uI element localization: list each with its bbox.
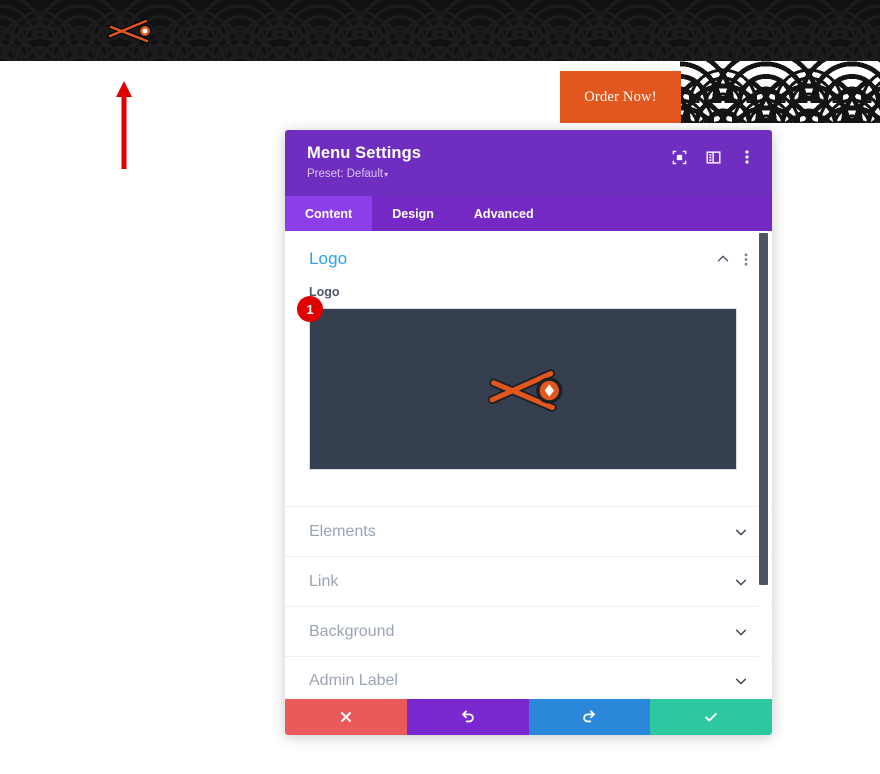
focus-mode-icon[interactable] (670, 148, 688, 166)
close-icon (340, 712, 351, 722)
cancel-button[interactable] (285, 699, 407, 735)
accordion-background-label: Background (309, 622, 395, 640)
logo-section: Logo Logo 1 (285, 231, 772, 470)
redo-icon (583, 710, 596, 723)
more-options-icon[interactable] (744, 252, 748, 267)
settings-accordion: Elements Link Background Admin Label (285, 506, 772, 699)
redo-button[interactable] (528, 699, 651, 735)
tab-content[interactable]: Content (285, 196, 373, 231)
accordion-background[interactable]: Background (285, 606, 772, 656)
save-button[interactable] (650, 699, 772, 735)
logo-section-title: Logo (309, 249, 348, 268)
accordion-elements[interactable]: Elements (285, 506, 772, 556)
accordion-admin-label[interactable]: Admin Label (285, 656, 772, 699)
chevron-down-icon[interactable] (734, 525, 748, 539)
order-now-button[interactable]: Order Now! (560, 71, 681, 123)
tab-design-label: Design (392, 206, 434, 221)
more-options-icon[interactable] (738, 148, 756, 166)
vertical-scrollbar[interactable] (759, 231, 770, 699)
check-icon (705, 712, 717, 722)
tab-advanced-label: Advanced (473, 206, 534, 221)
modal-header-actions (670, 148, 756, 166)
site-logo-icon (107, 18, 152, 44)
chevron-down-icon[interactable] (734, 625, 748, 639)
secondary-wave-pattern-layer (680, 81, 880, 123)
accordion-link[interactable]: Link (285, 556, 772, 606)
chevron-down-icon[interactable] (734, 674, 748, 688)
tab-advanced[interactable]: Advanced (454, 196, 554, 231)
sushi-chopsticks-logo-icon (487, 369, 563, 412)
preset-label: Preset: Default (307, 168, 384, 180)
logo-field-label: Logo (309, 285, 340, 299)
chevron-down-icon[interactable] (734, 575, 748, 589)
undo-button[interactable] (406, 699, 529, 735)
accordion-elements-label: Elements (309, 522, 376, 540)
accordion-admin-label-label: Admin Label (309, 672, 398, 689)
settings-scroll-area: Logo Logo 1 Elements Link Background Adm… (285, 231, 772, 699)
undo-icon (461, 710, 474, 723)
modal-body: Logo Logo 1 Elements Link Background Adm… (285, 231, 772, 699)
modal-tabbar: Content Design Advanced (285, 196, 772, 231)
tab-content-label: Content (305, 206, 353, 221)
logo-upload-preview[interactable]: 1 (297, 296, 737, 470)
modal-header: Menu Settings Preset: Default▾ (285, 130, 772, 196)
tab-design[interactable]: Design (372, 196, 454, 231)
scrollbar-thumb[interactable] (759, 233, 768, 585)
layout-view-icon[interactable] (704, 148, 722, 166)
preset-selector[interactable]: Preset: Default▾ (307, 166, 754, 183)
accordion-link-label: Link (309, 572, 339, 590)
chevron-down-icon: ▾ (384, 170, 389, 179)
secondary-wave-pattern (680, 61, 880, 123)
step-badge-1: 1 (297, 296, 323, 322)
up-arrow-annotation-icon (116, 81, 132, 169)
logo-section-tools (716, 252, 748, 267)
chevron-up-icon[interactable] (716, 252, 730, 266)
logo-section-header[interactable]: Logo (309, 249, 748, 281)
order-now-label: Order Now! (584, 88, 657, 105)
menu-settings-modal: Menu Settings Preset: Default▾ Content D… (285, 130, 772, 735)
modal-footer (285, 699, 772, 735)
